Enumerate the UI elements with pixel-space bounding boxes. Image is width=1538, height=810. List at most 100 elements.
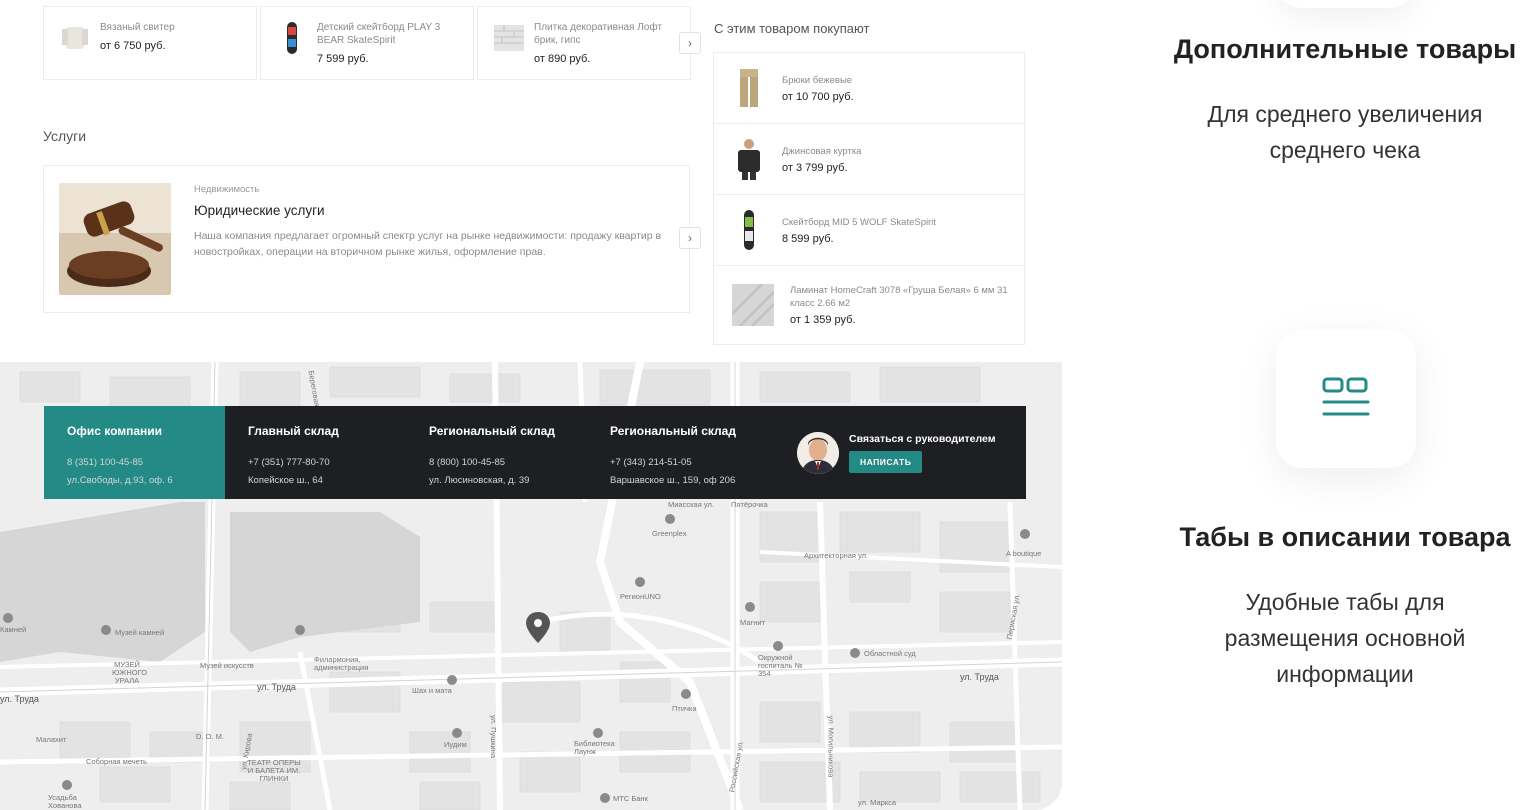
pants-thumbnail	[740, 69, 758, 107]
service-description: Наша компания предлагает огромный спектр…	[194, 230, 662, 258]
jacket-thumbnail	[738, 139, 760, 180]
carousel-next-button[interactable]: ›	[679, 32, 701, 54]
map-label: Окружной госпиталь № 354	[758, 653, 803, 678]
product-carousel: Вязаный свитер от 6 750 руб. Детский ске…	[43, 6, 694, 80]
map-label: ТЕАТР ОПЕРЫ И БАЛЕТА ИМ. ГЛИНКИ	[247, 758, 301, 783]
related-item[interactable]: Брюки бежевые от 10 700 руб.	[714, 53, 1024, 124]
contact-title: Связаться с руководителем	[849, 433, 996, 445]
product-card[interactable]: Вязаный свитер от 6 750 руб.	[43, 6, 257, 80]
map-label: РегионUNO	[620, 592, 661, 601]
office-phone[interactable]: +7 (343) 214-51-05	[610, 454, 768, 472]
map-label: МУЗЕЙ ЮЖНОГО УРАЛА	[112, 660, 148, 685]
office-title: Региональный склад	[429, 424, 555, 438]
map-label: Библиотека Лаунж	[574, 739, 615, 756]
feature-subtitle-line: информации	[1276, 661, 1414, 687]
related-products: Брюки бежевые от 10 700 руб. Джинсовая ку…	[713, 52, 1025, 345]
street-label: Миасская ул.	[668, 500, 714, 509]
gavel-image	[59, 183, 171, 295]
feature-subtitle-line: среднего чека	[1269, 137, 1421, 163]
map-label: Иудим	[444, 740, 467, 749]
map-label: Пятёрочка	[731, 500, 768, 509]
feature-title: Дополнительные товары	[1173, 34, 1517, 64]
feature-subtitle-line: Для среднего увеличения	[1207, 101, 1483, 127]
feature-subtitle-line: размещения основной	[1224, 625, 1466, 651]
service-card[interactable]: Недвижимость Юридические услуги Наша ком…	[43, 165, 690, 313]
service-title[interactable]: Юридические услуги	[194, 203, 325, 218]
feature-subtitle: Для среднего увеличения среднего чека	[1150, 96, 1538, 168]
map-label: Филармония, администрация	[314, 655, 369, 672]
office-phone[interactable]: +7 (351) 777-80-70	[248, 454, 406, 472]
skateboard-thumbnail	[287, 22, 297, 54]
map-label: D. O. M.	[196, 732, 224, 741]
product-name: Плитка декоративная Лофт брик, гипс	[534, 22, 662, 46]
street-label: ул. Труда	[960, 672, 999, 682]
feature-icon-tile	[1276, 0, 1416, 8]
feature-icon-tile	[1276, 330, 1416, 468]
office-address: ул. Люсиновская, д. 39	[429, 475, 530, 486]
related-item[interactable]: Ламинат HomeCraft 3078 «Груша Белая» 6 м…	[714, 266, 1024, 344]
chevron-right-icon: ›	[688, 231, 692, 245]
product-card[interactable]: Детский скейтборд PLAY 3 BEAR SkateSpiri…	[260, 6, 474, 80]
write-button[interactable]: НАПИСАТЬ	[849, 451, 923, 473]
product-name: Вязаный свитер	[100, 22, 175, 33]
office-tab[interactable]: Офис компании 8 (351) 100-45-85 ул.Свобо…	[44, 406, 225, 499]
office-tab[interactable]: Региональный склад 8 (800) 100-45-85 ул.…	[406, 406, 587, 499]
office-title: Офис компании	[67, 424, 163, 438]
street-label: Архитекторная ул.	[804, 551, 869, 560]
map-label: Усадьба Хованова	[48, 793, 82, 810]
map-label: Магнит	[740, 618, 766, 627]
related-item-price: от 3 799 руб.	[782, 161, 848, 174]
map-label: Соборная мечеть	[86, 757, 147, 766]
street-label: ул. Пушкина	[489, 714, 499, 759]
related-item-price: от 10 700 руб.	[782, 90, 854, 103]
service-category: Недвижимость	[194, 184, 260, 195]
map-label: Музей камней	[115, 628, 165, 637]
services-heading: Услуги	[43, 128, 87, 144]
store-preview: Вязаный свитер от 6 750 руб. Детский ске…	[0, 0, 1062, 810]
map-label: Шах и мата	[412, 686, 452, 695]
office-tab[interactable]: Главный склад +7 (351) 777-80-70 Копейск…	[225, 406, 406, 499]
map-label: A boutique	[1006, 549, 1042, 558]
feature-subtitle-line: Удобные табы для	[1245, 589, 1445, 615]
feature-subtitle: Удобные табы для размещения основной инф…	[1150, 584, 1538, 692]
related-item-name: Джинсовая куртка	[782, 145, 862, 157]
street-label: ул. Могильникова	[826, 715, 836, 778]
map-label: Областной суд	[864, 649, 916, 658]
related-heading: С этим товаром покупают	[714, 21, 870, 36]
office-title: Региональный склад	[610, 424, 736, 438]
manager-contact: Связаться с руководителем НАПИСАТЬ	[797, 432, 996, 474]
product-card[interactable]: Плитка декоративная Лофт брик, гипс от 8…	[477, 6, 691, 80]
office-address: Варшавское ш., 159, оф 206	[610, 475, 736, 486]
office-title: Главный склад	[248, 424, 339, 438]
skateboard-thumbnail	[744, 210, 754, 250]
related-item-price: от 1 359 руб.	[790, 314, 856, 326]
office-address: ул.Свободы, д.93, оф. 6	[67, 475, 173, 486]
avatar	[797, 432, 839, 474]
related-item-name: Скейтборд MID 5 WOLF SkateSpirit	[782, 216, 937, 228]
product-price: 7 599 руб.	[317, 53, 369, 65]
related-item-price: 8 599 руб.	[782, 232, 834, 245]
map-label: Малахит	[36, 735, 67, 744]
office-tab[interactable]: Региональный склад +7 (343) 214-51-05 Ва…	[587, 406, 768, 499]
related-item[interactable]: Скейтборд MID 5 WOLF SkateSpirit 8 599 ру…	[714, 195, 1024, 266]
office-phone[interactable]: 8 (351) 100-45-85	[67, 454, 225, 472]
tabs-icon	[1322, 377, 1370, 416]
map-label: Птичка	[672, 704, 697, 713]
map-label: МТС Банк	[613, 794, 648, 803]
services-next-button[interactable]: ›	[679, 227, 701, 249]
related-item[interactable]: Джинсовая куртка от 3 799 руб.	[714, 124, 1024, 195]
street-label: ул. Труда	[0, 694, 39, 704]
office-phone[interactable]: 8 (800) 100-45-85	[429, 454, 587, 472]
chevron-right-icon: ›	[688, 36, 692, 50]
offices-bar: Офис компании 8 (351) 100-45-85 ул.Свобо…	[44, 406, 1026, 499]
map-label: Музей искусств	[200, 661, 254, 670]
office-address: Копейское ш., 64	[248, 475, 323, 486]
tile-thumbnail	[494, 25, 524, 51]
product-name: Детский скейтборд PLAY 3 BEAR SkateSpiri…	[317, 22, 441, 46]
feature-title: Табы в описании товара	[1179, 522, 1511, 552]
map-label: Greenplex	[652, 529, 687, 538]
product-price: от 6 750 руб.	[100, 40, 166, 52]
laminate-thumbnail	[732, 284, 774, 326]
product-price: от 890 руб.	[534, 53, 591, 65]
map-label: Камней	[0, 625, 27, 634]
